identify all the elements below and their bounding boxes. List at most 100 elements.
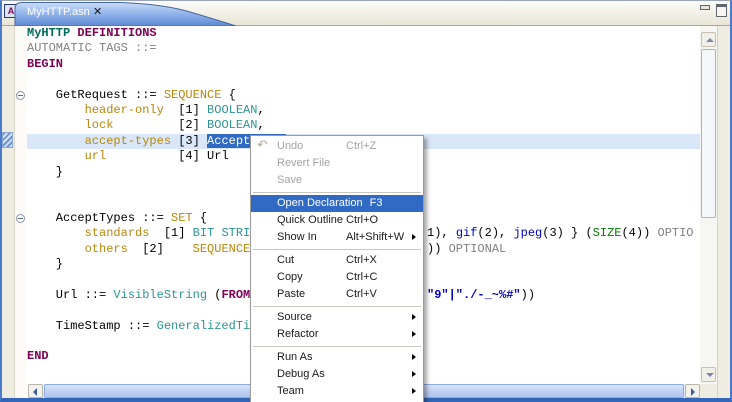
submenu-arrow-icon <box>412 354 416 360</box>
annotation-ruler <box>2 26 15 398</box>
editor-tab-bar: A MyHTTP.asn ✕ <box>0 0 732 26</box>
menu-item-shortcut: Ctrl+O <box>346 212 378 229</box>
menu-item-show-in[interactable]: Show In Alt+Shift+W <box>251 229 423 246</box>
code-token: "9"|"./-_~%#" <box>427 288 521 302</box>
code-token: BEGIN <box>27 57 63 71</box>
code-token: TimeStamp ::= <box>27 319 157 333</box>
code-line[interactable]: header-only [1] BOOLEAN, <box>27 103 700 118</box>
menu-item-label: Paste <box>277 288 305 300</box>
code-token: lock <box>85 118 114 132</box>
minimize-icon[interactable] <box>699 3 710 14</box>
menu-item-label: Team <box>277 385 304 397</box>
editor-window: A MyHTTP.asn ✕ MyHTTP DEFINITIONSAUTOMAT… <box>0 0 732 402</box>
code-token: VisibleString <box>113 288 207 302</box>
code-token <box>27 103 85 117</box>
code-token: SEQUENCE <box>193 242 251 256</box>
scroll-left-button[interactable] <box>28 384 43 398</box>
code-token: MyHTTP <box>27 26 70 40</box>
code-line-right-fragment: 1), gif(2), jpeg(3) } (SIZE(4)) OPTIO <box>427 226 694 241</box>
menu-item-shortcut: Ctrl+V <box>346 286 377 303</box>
menu-item-cut[interactable]: CutCtrl+X <box>251 252 423 269</box>
code-token: header-only <box>85 103 164 117</box>
scroll-down-button[interactable] <box>701 367 716 382</box>
menu-item-revert-file[interactable]: Revert File <box>251 155 423 172</box>
code-token: standards <box>85 226 150 240</box>
code-line[interactable]: lock [2] BOOLEAN, <box>27 118 700 133</box>
occurrence-marker[interactable] <box>2 132 13 148</box>
code-line[interactable]: AUTOMATIC TAGS ::= <box>27 41 700 56</box>
scroll-up-button[interactable] <box>701 32 716 47</box>
code-line[interactable]: BEGIN <box>27 57 700 72</box>
code-token: AUTOMATIC TAGS ::= <box>27 41 157 55</box>
code-token: BOOLEAN <box>207 103 257 117</box>
code-line[interactable]: GetRequest ::= SEQUENCE { <box>27 88 700 103</box>
menu-item-label: Quick Outline <box>277 214 343 226</box>
menu-item-run-as[interactable]: Run As <box>251 349 423 366</box>
scroll-right-button[interactable] <box>685 384 700 398</box>
fold-collapse-icon[interactable] <box>16 91 25 100</box>
code-token <box>27 226 85 240</box>
menu-item-paste[interactable]: Paste Ctrl+V <box>251 286 423 303</box>
fold-collapse-icon[interactable] <box>16 214 25 223</box>
menu-item-label: Show In <box>277 231 317 243</box>
vertical-scrollbar[interactable] <box>700 26 717 384</box>
submenu-arrow-icon <box>412 388 416 394</box>
menu-item-label: Undo <box>277 140 303 152</box>
code-token: } <box>27 257 63 271</box>
code-token <box>27 118 85 132</box>
code-token: GeneralizedTime <box>157 319 265 333</box>
menu-item-label: Cut <box>277 254 294 266</box>
menu-item-label: Revert File <box>277 157 330 169</box>
code-token: jpeg <box>513 226 542 240</box>
menu-item-label: Save <box>277 174 302 186</box>
fold-ruler <box>15 26 27 398</box>
code-token: Url <box>207 149 229 163</box>
window-controls <box>699 3 726 14</box>
submenu-arrow-icon <box>412 314 416 320</box>
code-token: others <box>85 242 128 256</box>
code-token: END <box>27 349 49 363</box>
vertical-scrollbar-thumb[interactable] <box>701 49 716 218</box>
chevron-right-icon <box>691 388 695 396</box>
code-token: Url ::= <box>27 288 113 302</box>
code-token: { <box>193 211 207 225</box>
code-token: AcceptTypes ::= <box>27 211 171 225</box>
maximize-icon[interactable] <box>715 3 726 14</box>
menu-item-team[interactable]: Team <box>251 383 423 400</box>
menu-item-undo[interactable]: ↶UndoCtrl+Z <box>251 138 423 155</box>
code-line[interactable]: MyHTTP DEFINITIONS <box>27 26 700 41</box>
code-token: [4] <box>106 149 207 163</box>
code-token <box>27 149 85 163</box>
code-token: [1] <box>149 226 192 240</box>
tab-title[interactable]: MyHTTP.asn <box>27 6 90 18</box>
code-token: accept-types <box>85 134 171 148</box>
menu-item-quick-outline[interactable]: Quick OutlineCtrl+O <box>251 212 423 229</box>
menu-item-source[interactable]: Source <box>251 309 423 326</box>
menu-item-shortcut: Ctrl+Z <box>346 138 376 155</box>
code-token: GetRequest ::= <box>27 88 164 102</box>
submenu-arrow-icon <box>412 371 416 377</box>
chevron-left-icon <box>33 388 37 396</box>
menu-separator <box>253 249 421 250</box>
code-token: [2] <box>113 118 207 132</box>
menu-item-open-declaration[interactable]: Open DeclarationF3 <box>251 195 423 212</box>
code-token: { <box>221 88 235 102</box>
code-token: (4)) <box>621 226 657 240</box>
menu-separator <box>253 346 421 347</box>
menu-item-refactor[interactable]: Refactor <box>251 326 423 343</box>
menu-item-debug-as[interactable]: Debug As <box>251 366 423 383</box>
tab-close-icon[interactable]: ✕ <box>93 5 102 18</box>
chevron-up-icon <box>706 38 714 42</box>
code-token: [2] <box>128 242 193 256</box>
code-token <box>27 242 85 256</box>
code-line-right-fragment: )) OPTIONAL <box>427 242 506 257</box>
overview-ruler <box>717 26 730 398</box>
menu-item-save[interactable]: Save <box>251 172 423 189</box>
code-token: )) <box>427 242 449 256</box>
code-token: [1] <box>164 103 207 117</box>
menu-item-shortcut: Alt+Shift+W <box>346 229 404 246</box>
menu-item-copy[interactable]: CopyCtrl+C <box>251 269 423 286</box>
code-line[interactable] <box>27 72 700 87</box>
code-token: ( <box>207 288 221 302</box>
code-token: OPTIO <box>658 226 694 240</box>
